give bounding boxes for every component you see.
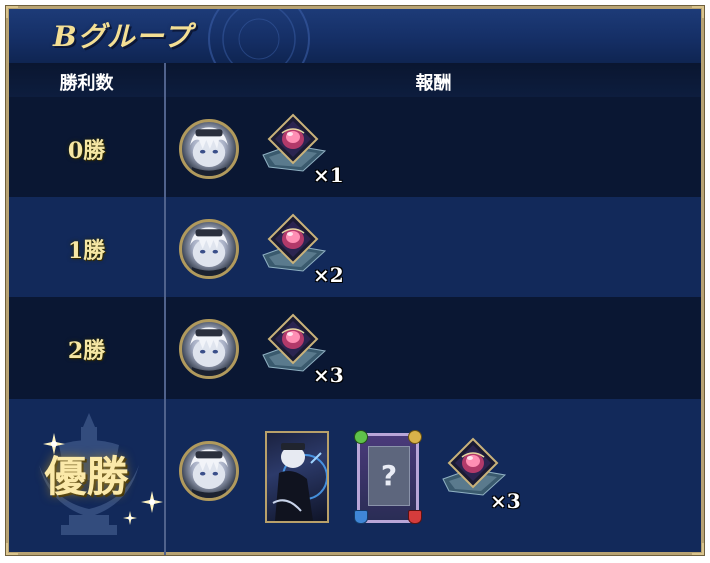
avatar-icon[interactable]: [179, 441, 239, 501]
wins-label: 1勝: [67, 238, 106, 264]
table-row: 2勝 ×3: [9, 297, 701, 399]
table-header: 勝利数 報酬: [9, 63, 701, 98]
reward-quantity: ×1: [313, 163, 344, 187]
gold-gem-icon: [408, 430, 422, 444]
wins-label: 2勝: [67, 338, 106, 364]
table-row: 優勝 ? ×3: [9, 399, 701, 552]
table-row: 0勝 ×1: [9, 97, 701, 197]
wins-label: 0勝: [67, 138, 106, 164]
table-row: 1勝 ×2: [9, 197, 701, 297]
sparkle-icon: [123, 511, 137, 525]
reward-column-header: 報酬: [415, 73, 452, 94]
reward-quantity: ×3: [490, 489, 521, 513]
avatar-icon[interactable]: [179, 319, 239, 379]
group-title: Bグループ: [53, 20, 192, 53]
reward-quantity: ×3: [313, 363, 344, 387]
reward-quantity: ×2: [313, 263, 344, 287]
title-bar: Bグループ: [9, 9, 701, 64]
avatar-icon[interactable]: [179, 119, 239, 179]
wins-column-header: 勝利数: [59, 73, 114, 94]
green-gem-icon: [354, 430, 368, 444]
blue-gem-icon: [354, 510, 368, 524]
champion-label: 優勝: [44, 452, 129, 501]
question-mark-icon: ?: [368, 446, 410, 506]
reward-panel: Bグループ 勝利数 報酬 0勝 ×1 1勝 ×2 2勝 ×3 優勝 ? ×3: [5, 5, 705, 556]
red-gem-icon: [408, 510, 422, 524]
mystery-card-icon[interactable]: ?: [354, 430, 422, 524]
column-divider: [164, 63, 166, 555]
character-card-icon[interactable]: [265, 431, 329, 523]
avatar-icon[interactable]: [179, 219, 239, 279]
